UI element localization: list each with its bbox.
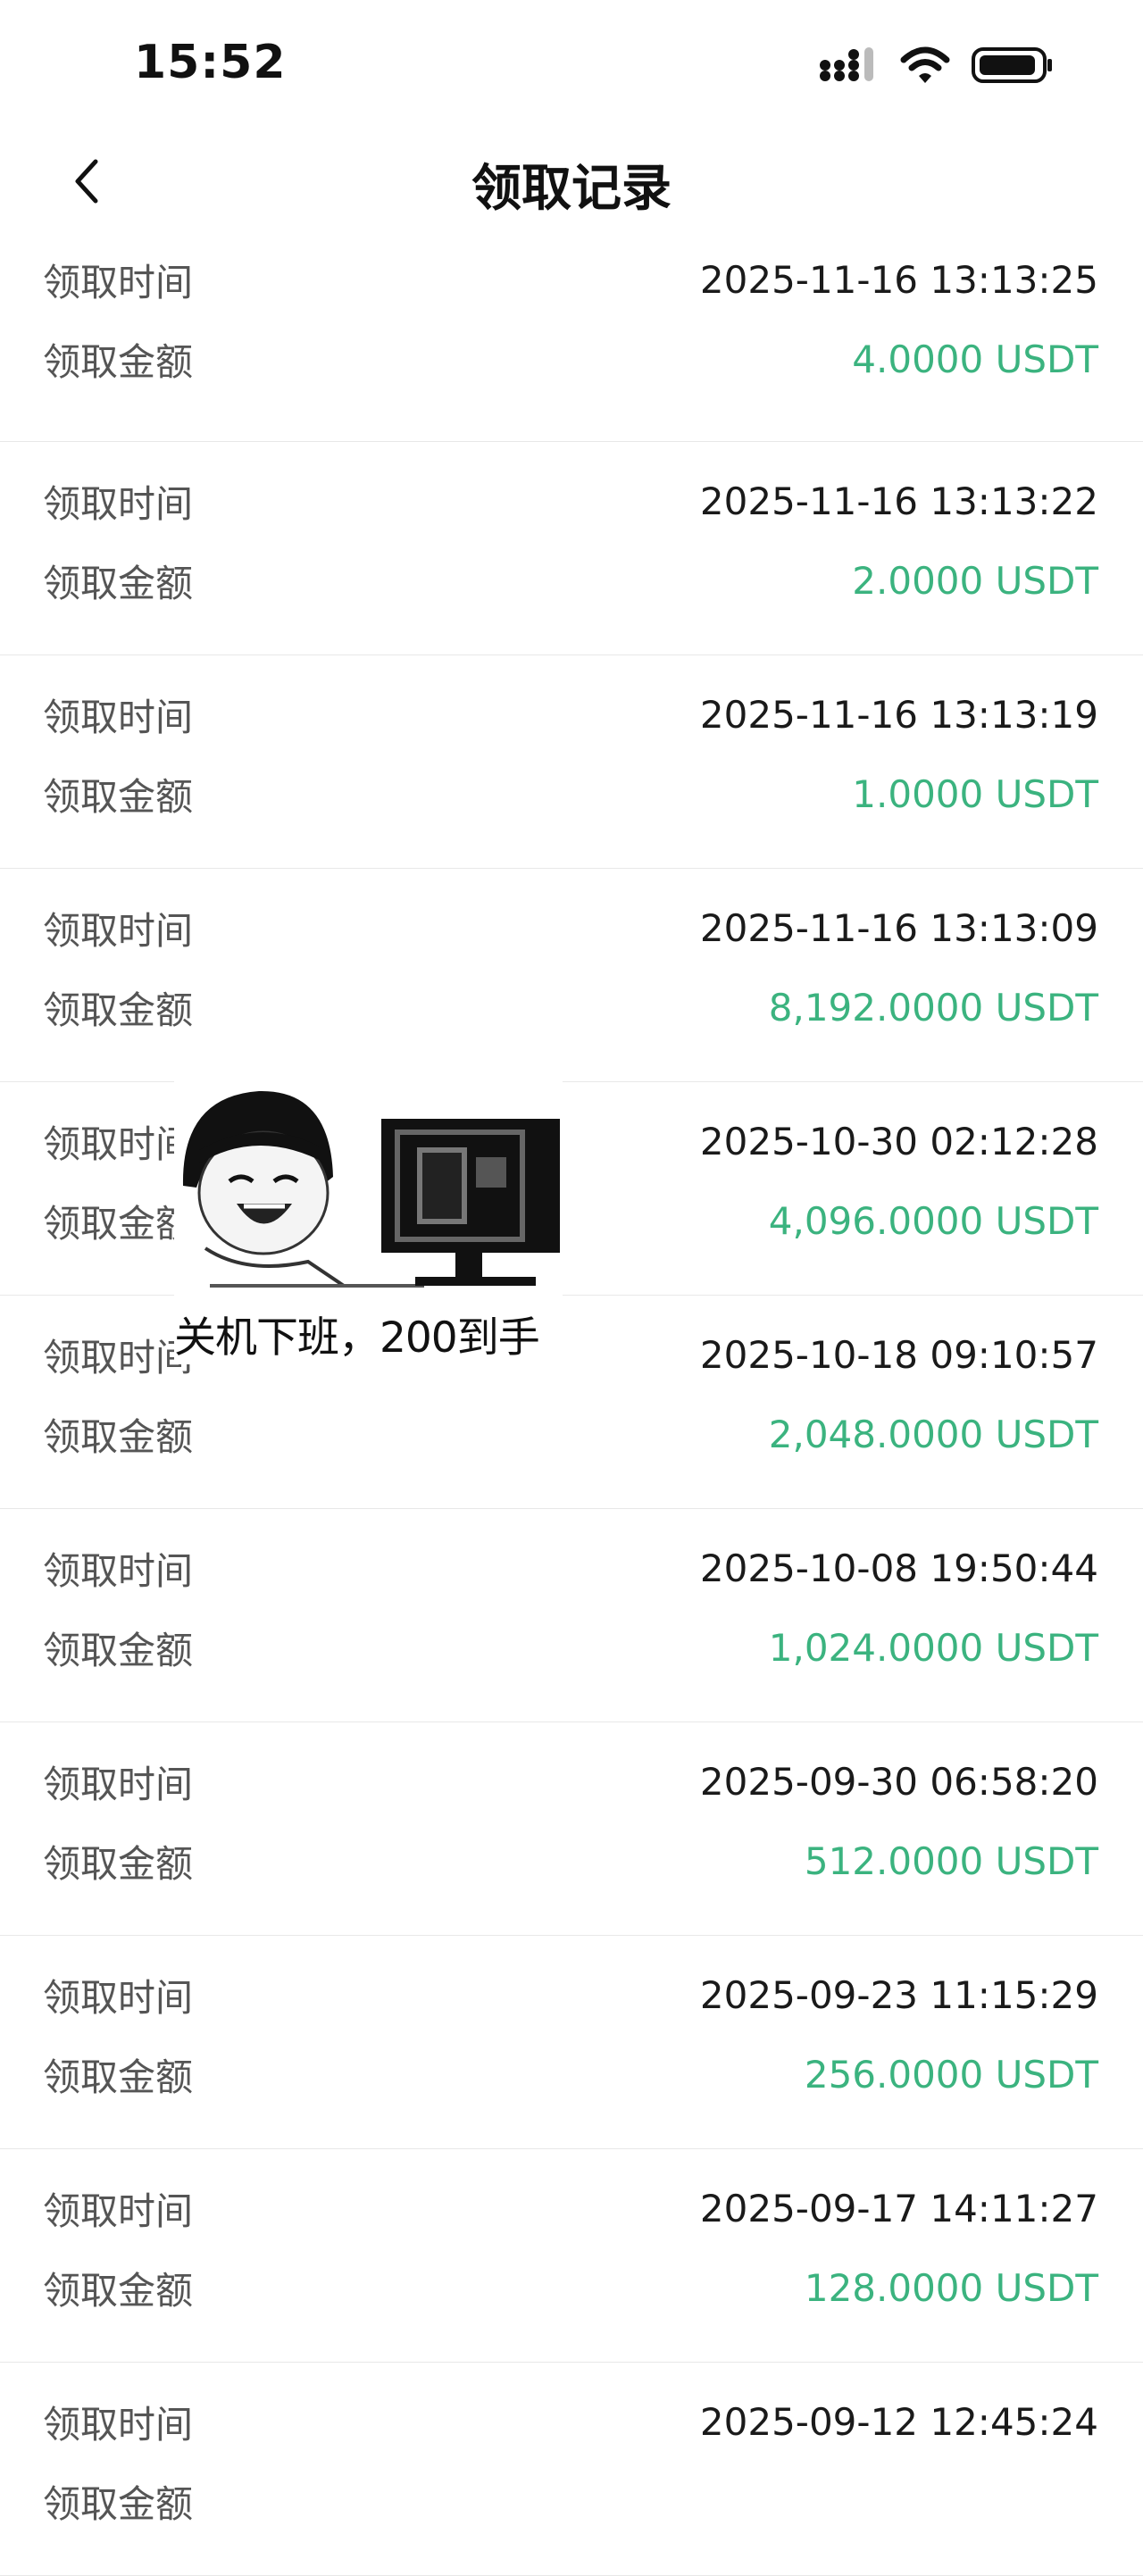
amount-value: 8,192.0000 USDT: [768, 985, 1098, 1030]
status-time: 15:52: [134, 36, 287, 89]
time-value: 2025-10-08 19:50:44: [699, 1546, 1098, 1590]
amount-value: 1.0000 USDT: [852, 771, 1098, 816]
record-item: 领取时间 2025-10-08 19:50:44 领取金额 1,024.0000…: [0, 1509, 1143, 1722]
time-value: 2025-09-23 11:15:29: [699, 1972, 1098, 2017]
record-list: 领取时间 2025-11-16 13:13:25 领取金额 4.0000 USD…: [0, 237, 1143, 2576]
time-value: 2025-10-30 02:12:28: [699, 1119, 1098, 1163]
record-time-row: 领取时间 2025-09-17 14:11:27: [43, 2181, 1098, 2235]
amount-value: 2.0000 USDT: [852, 558, 1098, 603]
amount-label: 领取金额: [43, 1201, 194, 1246]
record-amount-row: 领取金额 512.0000 USDT: [43, 1834, 1098, 1888]
record-item: 领取时间 2025-10-30 02:12:28 领取金额 4,096.0000…: [0, 1082, 1143, 1296]
record-amount-row: 领取金额 4.0000 USDT: [43, 332, 1098, 386]
time-label: 领取时间: [43, 1975, 194, 2020]
record-item: 领取时间 2025-09-17 14:11:27 领取金额 128.0000 U…: [0, 2149, 1143, 2363]
page-title: 领取记录: [471, 160, 672, 218]
record-time-row: 领取时间 2025-09-23 11:15:29: [43, 1968, 1098, 2022]
time-label: 领取时间: [43, 695, 194, 739]
amount-label: 领取金额: [43, 1628, 194, 1672]
record-item: 领取时间 2025-11-16 13:13:19 领取金额 1.0000 USD…: [0, 655, 1143, 869]
time-label: 领取时间: [43, 908, 194, 953]
time-value: 2025-11-16 13:13:22: [699, 479, 1098, 523]
record-time-row: 领取时间 2025-11-16 13:13:19: [43, 688, 1098, 741]
record-item: 领取时间 2025-11-16 13:13:25 领取金额 4.0000 USD…: [0, 237, 1143, 442]
time-value: 2025-09-30 06:58:20: [699, 1759, 1098, 1804]
nav-bar: 领取记录: [0, 134, 1143, 237]
amount-label: 领取金额: [43, 1841, 194, 1886]
amount-value: 4,096.0000 USDT: [768, 1198, 1098, 1243]
meme-illustration: [182, 1090, 560, 1288]
amount-label: 领取金额: [43, 339, 194, 384]
time-label: 领取时间: [43, 1548, 194, 1593]
record-time-row: 领取时间 2025-10-08 19:50:44: [43, 1541, 1098, 1595]
record-time-row: 领取时间 2025-11-16 13:13:25: [43, 253, 1098, 306]
time-value: 2025-10-18 09:10:57: [699, 1332, 1098, 1377]
status-bar: 15:52: [0, 0, 1143, 134]
record-amount-row: 领取金额 8,192.0000 USDT: [43, 980, 1098, 1034]
time-value: 2025-09-17 14:11:27: [699, 2186, 1098, 2230]
record-item: 领取时间 2025-09-23 11:15:29 领取金额 256.0000 U…: [0, 1936, 1143, 2149]
amount-value: 256.0000 USDT: [804, 2052, 1098, 2097]
record-item: 领取时间 2025-11-16 13:13:22 领取金额 2.0000 USD…: [0, 442, 1143, 655]
record-amount-row: 领取金额 128.0000 USDT: [43, 2261, 1098, 2314]
record-amount-row: 领取金额 1.0000 USDT: [43, 767, 1098, 821]
time-label: 领取时间: [43, 2188, 194, 2233]
status-icons: [818, 43, 1054, 91]
time-label: 领取时间: [43, 2402, 194, 2447]
record-amount-row: 领取金额 1,024.0000 USDT: [43, 1621, 1098, 1674]
time-label: 领取时间: [43, 1762, 194, 1806]
time-label: 领取时间: [43, 260, 194, 304]
record-amount-row: 领取金额 256.0000 USDT: [43, 2047, 1098, 2101]
amount-value: 1,024.0000 USDT: [768, 1625, 1098, 1670]
record-item: 领取时间 2025-09-30 06:58:20 领取金额 512.0000 U…: [0, 1722, 1143, 1936]
record-item: 领取时间 2025-09-12 12:45:24 领取金额: [0, 2363, 1143, 2576]
battery-icon: [972, 46, 1054, 88]
amount-label: 领取金额: [43, 774, 194, 819]
time-label: 领取时间: [43, 481, 194, 526]
amount-label: 领取金额: [43, 2481, 194, 2526]
time-value: 2025-11-16 13:13:25: [699, 257, 1098, 302]
record-time-row: 领取时间 2025-09-30 06:58:20: [43, 1755, 1098, 1808]
cellular-signal-icon: [818, 46, 879, 88]
record-item: 领取时间 2025-11-16 13:13:09 领取金额 8,192.0000…: [0, 869, 1143, 1082]
record-time-row: 领取时间 2025-11-16 13:13:22: [43, 474, 1098, 528]
record-amount-row: 领取金额 2,048.0000 USDT: [43, 1407, 1098, 1461]
record-amount-row: 领取金额: [43, 2474, 1098, 2528]
time-label: 领取时间: [43, 1335, 194, 1380]
amount-label: 领取金额: [43, 1414, 194, 1459]
time-value: 2025-11-16 13:13:09: [699, 905, 1098, 950]
record-time-row: 领取时间 2025-09-12 12:45:24: [43, 2395, 1098, 2448]
time-value: 2025-09-12 12:45:24: [699, 2399, 1098, 2444]
amount-value: 2,048.0000 USDT: [768, 1412, 1098, 1456]
amount-value: 128.0000 USDT: [804, 2265, 1098, 2310]
amount-label: 领取金额: [43, 988, 194, 1032]
amount-label: 领取金额: [43, 2268, 194, 2313]
record-amount-row: 领取金额 2.0000 USDT: [43, 554, 1098, 607]
time-value: 2025-11-16 13:13:19: [699, 692, 1098, 737]
amount-value: 4.0000 USDT: [852, 337, 1098, 381]
amount-label: 领取金额: [43, 561, 194, 605]
wifi-icon: [900, 46, 950, 88]
amount-label: 领取金额: [43, 2055, 194, 2099]
record-item: 领取时间 2025-10-18 09:10:57 领取金额 2,048.0000…: [0, 1296, 1143, 1509]
time-label: 领取时间: [43, 1121, 194, 1166]
amount-value: 512.0000 USDT: [804, 1838, 1098, 1883]
meme-caption: 关机下班，200到手: [174, 1313, 540, 1363]
meme-sticker: 关机下班，200到手: [174, 1079, 563, 1364]
record-time-row: 领取时间 2025-11-16 13:13:09: [43, 901, 1098, 955]
